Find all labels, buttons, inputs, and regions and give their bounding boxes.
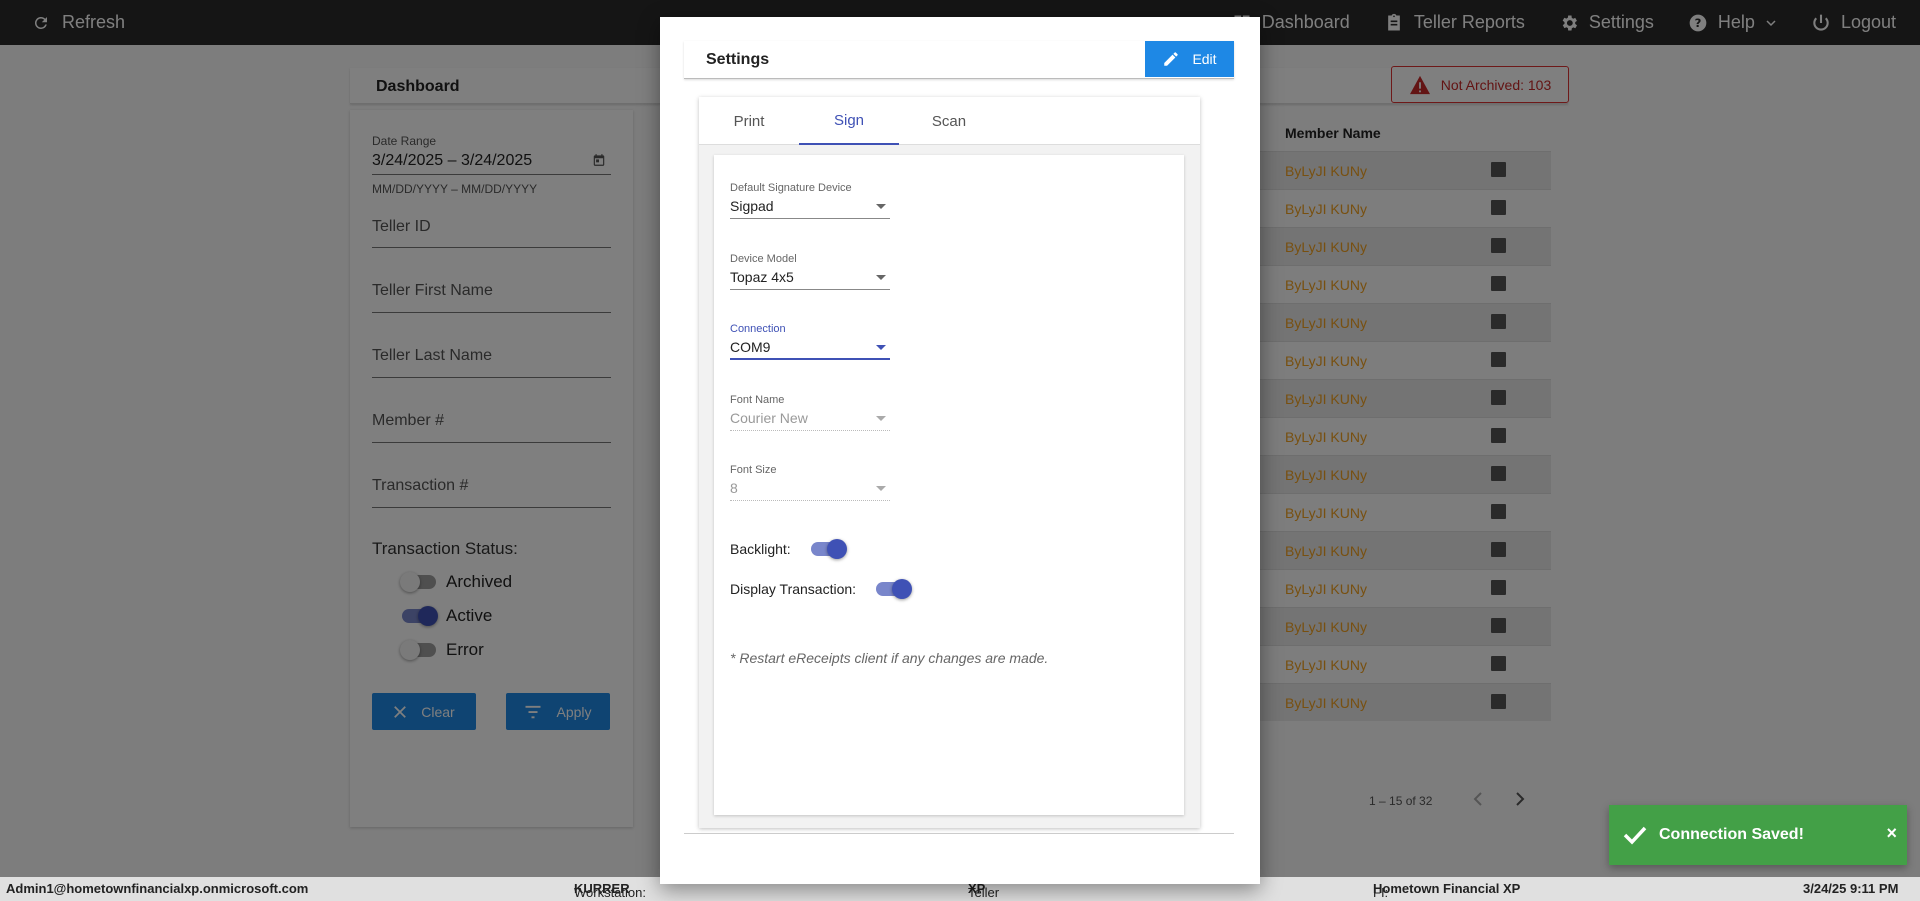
font-size-value: 8 (730, 480, 738, 496)
settings-dialog-body: Print Sign Scan Default Signature Device… (684, 87, 1234, 834)
switch-knob (892, 579, 913, 599)
dropdown-arrow-icon (876, 416, 886, 421)
device-model-select[interactable]: Device Model Topaz 4x5 (730, 253, 890, 290)
edit-button[interactable]: Edit (1145, 41, 1234, 77)
platform-label: Teller Platform: (968, 885, 1020, 901)
check-icon (1623, 825, 1647, 845)
font-size-label: Font Size (730, 464, 777, 476)
fi-label: FI: (1373, 885, 1389, 900)
font-name-value: Courier New (730, 410, 808, 426)
success-toast: Connection Saved! × (1609, 805, 1907, 865)
display-transaction-switch[interactable] (876, 579, 913, 599)
tab-print[interactable]: Print (699, 97, 799, 145)
status-datetime: 3/24/25 9:11 PM (1803, 881, 1899, 896)
dropdown-arrow-icon (876, 345, 886, 350)
edit-label: Edit (1192, 51, 1217, 67)
font-name-label: Font Name (730, 394, 785, 406)
backlight-row: Backlight: (730, 539, 847, 559)
device-model-label: Device Model (730, 253, 797, 265)
dropdown-arrow-icon (876, 204, 886, 209)
font-name-select: Font Name Courier New (730, 394, 890, 431)
display-transaction-label: Display Transaction: (730, 581, 857, 597)
default-signature-device-label: Default Signature Device (730, 182, 852, 194)
device-model-value: Topaz 4x5 (730, 269, 794, 285)
settings-tabs-card: Print Sign Scan Default Signature Device… (699, 97, 1200, 828)
sign-settings-form: Default Signature Device Sigpad Device M… (714, 155, 1184, 815)
settings-tabs: Print Sign Scan (699, 97, 1200, 145)
toast-close-icon[interactable]: × (1886, 823, 1897, 844)
dropdown-arrow-icon (876, 275, 886, 280)
backlight-label: Backlight: (730, 541, 791, 557)
pencil-icon (1162, 50, 1180, 68)
restart-note: * Restart eReceipts client if any change… (730, 650, 1049, 666)
font-size-select: Font Size 8 (730, 464, 890, 501)
display-transaction-row: Display Transaction: (730, 579, 913, 599)
tab-sign[interactable]: Sign (799, 97, 899, 145)
dropdown-arrow-icon (876, 486, 886, 491)
default-signature-device-select[interactable]: Default Signature Device Sigpad (730, 182, 890, 219)
switch-knob (826, 539, 847, 559)
toast-message: Connection Saved! (1659, 826, 1804, 843)
settings-dialog: Settings Edit Print Sign Scan Default Si… (660, 17, 1260, 884)
connection-select[interactable]: Connection COM9 (730, 323, 890, 360)
default-signature-device-value: Sigpad (730, 198, 774, 214)
fi-value: Hometown Financial XP (1373, 881, 1521, 896)
dialog-title: Settings (706, 51, 770, 68)
tab-scan[interactable]: Scan (899, 97, 999, 145)
user-email: Admin1@hometownfinancialxp.onmicrosoft.c… (6, 881, 309, 896)
connection-label: Connection (730, 323, 786, 335)
workstation-label: Workstation: (574, 885, 647, 900)
backlight-switch[interactable] (810, 539, 847, 559)
connection-value: COM9 (730, 339, 771, 355)
